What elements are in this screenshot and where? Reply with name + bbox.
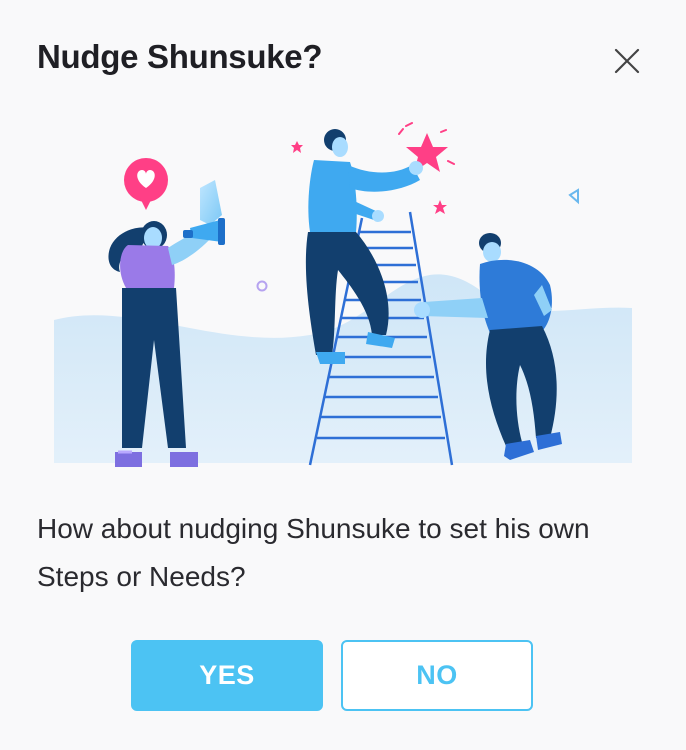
heart-icon	[124, 158, 168, 210]
yes-button[interactable]: YES	[131, 640, 323, 711]
small-star-icon	[291, 141, 303, 153]
nudge-dialog: Nudge Shunsuke? How about nudging Shunsu…	[0, 0, 686, 750]
dialog-message: How about nudging Shunsuke to set his ow…	[37, 513, 590, 592]
close-icon	[614, 48, 640, 74]
triangle-decoration	[568, 188, 579, 205]
no-button[interactable]: NO	[341, 640, 533, 711]
circle-decoration	[256, 280, 268, 292]
small-star-icon-2	[433, 200, 447, 214]
nudge-illustration	[54, 122, 632, 467]
dialog-title: Nudge Shunsuke?	[37, 38, 323, 75]
close-button[interactable]	[606, 40, 648, 82]
